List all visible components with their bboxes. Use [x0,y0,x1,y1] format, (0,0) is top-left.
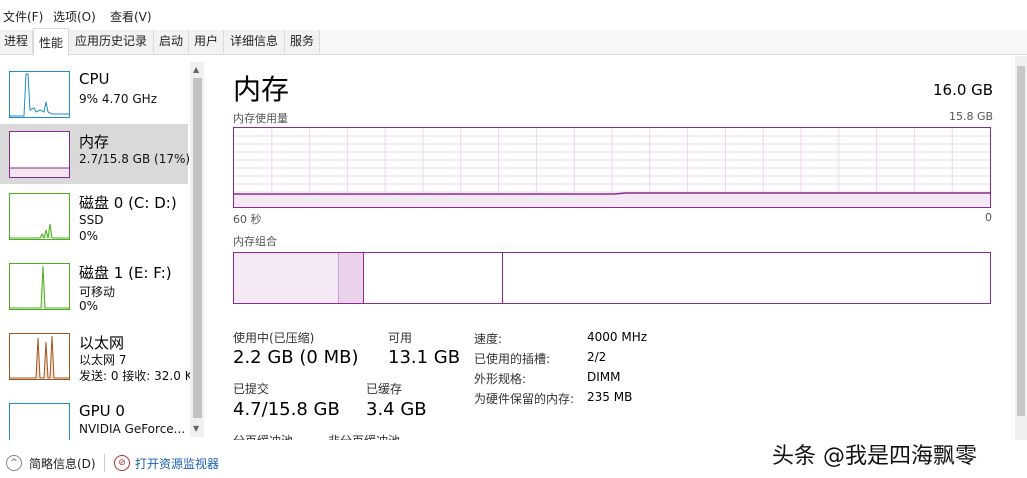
tab-app-history[interactable]: 应用历史记录 [69,30,154,53]
sidebar-item-title: CPU [79,70,110,88]
sidebar-item-title: 磁盘 0 (C: D:) [79,194,177,212]
tab-bar: 进程 性能 应用历史记录 启动 用户 详细信息 服务 [0,28,1027,56]
sidebar-item-disk-0[interactable]: 磁盘 0 (C: D:) SSD 0% [0,184,188,244]
sidebar-item-usage: 0% [79,299,99,313]
menu-bar: 文件(F) 选项(O) 查看(V) [0,0,1027,30]
disk-0-mini-graph [10,223,69,240]
sidebar-item-disk-1[interactable]: 磁盘 1 (E: F:) 可移动 0% [0,254,188,314]
time-axis-left: 60 秒 [233,213,262,226]
sidebar-item-detail: 以太网 7 [79,353,127,367]
sidebar-item-detail: 可移动 [79,285,116,299]
tab-users[interactable]: 用户 [189,30,224,53]
brief-info-button[interactable]: 简略信息(D) [29,455,96,472]
composition-divider [502,253,503,303]
sidebar-item-detail: 2.7/15.8 GB (17%) [79,152,191,166]
menu-view[interactable]: 查看(V) [110,8,152,25]
usage-label: 内存使用量 [233,112,288,125]
cpu-mini-graph [10,73,69,117]
slots-value: 2/2 [587,350,607,364]
sidebar-item-title: 以太网 [79,334,125,352]
disk-0-thumbnail [9,193,70,240]
sidebar-item-title: 内存 [79,133,110,151]
resource-monitor-icon: ⊘ [114,455,130,471]
main-scroll-thumb[interactable] [1017,66,1025,416]
speed-label: 速度: [474,332,503,346]
sidebar-item-cpu[interactable]: CPU 9% 4.70 GHz [0,62,188,122]
footer-divider [104,454,105,472]
sidebar-item-title: GPU 0 [79,402,125,420]
time-axis-right: 0 [985,211,992,224]
scroll-up-icon[interactable]: ▲ [193,65,199,74]
tab-details[interactable]: 详细信息 [224,30,285,53]
tab-services[interactable]: 服务 [285,30,320,53]
tab-startup[interactable]: 启动 [154,30,189,53]
composition-modified [338,253,364,303]
tab-processes[interactable]: 进程 [0,30,33,53]
page-title: 内存 [233,73,290,106]
cached-value: 3.4 GB [366,399,427,420]
form-factor-label: 外形规格: [474,372,527,386]
usage-max: 15.8 GB [949,110,994,123]
sidebar-item-ethernet[interactable]: 以太网 以太网 7 发送: 0 接收: 32.0 K [0,324,193,384]
sidebar-item-usage: 发送: 0 接收: 32.0 K [79,369,193,383]
sidebar-item-detail: 9% 4.70 GHz [79,92,158,106]
sidebar: CPU 9% 4.70 GHz 内存 2.7/15.8 GB (17%) 磁盘 … [0,56,205,440]
memory-composition-bar [233,252,991,304]
cpu-thumbnail [9,71,70,118]
form-factor-value: DIMM [587,370,621,384]
nonpaged-pool-label: 非分页缓冲池 [328,432,400,440]
composition-label: 内存组合 [233,235,277,248]
ethernet-mini-graph [10,335,69,379]
sidebar-item-usage: 0% [79,229,99,243]
sidebar-item-detail: SSD [79,213,104,227]
composition-in-use [234,253,338,303]
available-label: 可用 [388,331,413,345]
gpu-thumbnail [9,403,70,440]
memory-total: 16.0 GB [933,81,994,99]
in-use-value: 2.2 GB (0 MB) [233,347,359,368]
memory-usage-chart [234,128,990,207]
memory-mini-graph [10,167,69,177]
sidebar-item-memory[interactable]: 内存 2.7/15.8 GB (17%) [0,124,191,184]
menu-file[interactable]: 文件(F) [3,8,43,25]
committed-label: 已提交 [233,382,270,396]
hardware-reserved-value: 235 MB [587,390,633,404]
disk-1-mini-graph [10,265,69,309]
memory-usage-graph [233,127,991,208]
sidebar-scrollbar[interactable]: ▲ ▼ [190,62,204,437]
hardware-reserved-label: 为硬件保留的内存: [474,392,575,406]
sidebar-item-detail: NVIDIA GeForce... [79,422,186,436]
sidebar-item-gpu[interactable]: GPU 0 NVIDIA GeForce... [0,394,188,440]
scroll-down-icon[interactable]: ▼ [193,424,199,433]
speed-value: 4000 MHz [587,330,648,344]
open-resource-monitor-link[interactable]: 打开资源监视器 [135,455,219,472]
memory-thumbnail [9,131,70,178]
menu-options[interactable]: 选项(O) [53,8,96,25]
disk-1-thumbnail [9,263,70,310]
in-use-label: 使用中(已压缩) [233,331,315,345]
sidebar-scroll-thumb[interactable] [193,78,202,418]
tab-performance[interactable]: 性能 [33,28,69,56]
main-scrollbar[interactable] [1015,56,1027,440]
slots-label: 已使用的插槽: [474,352,551,366]
chevron-up-icon[interactable]: ^ [6,455,22,471]
ethernet-thumbnail [9,333,70,380]
watermark: 头条 @我是四海飘零 [772,444,977,469]
available-value: 13.1 GB [388,347,461,368]
committed-value: 4.7/15.8 GB [233,399,340,420]
paged-pool-label: 分页缓冲池 [233,432,293,440]
sidebar-item-title: 磁盘 1 (E: F:) [79,264,172,282]
cached-label: 已缓存 [366,382,403,396]
